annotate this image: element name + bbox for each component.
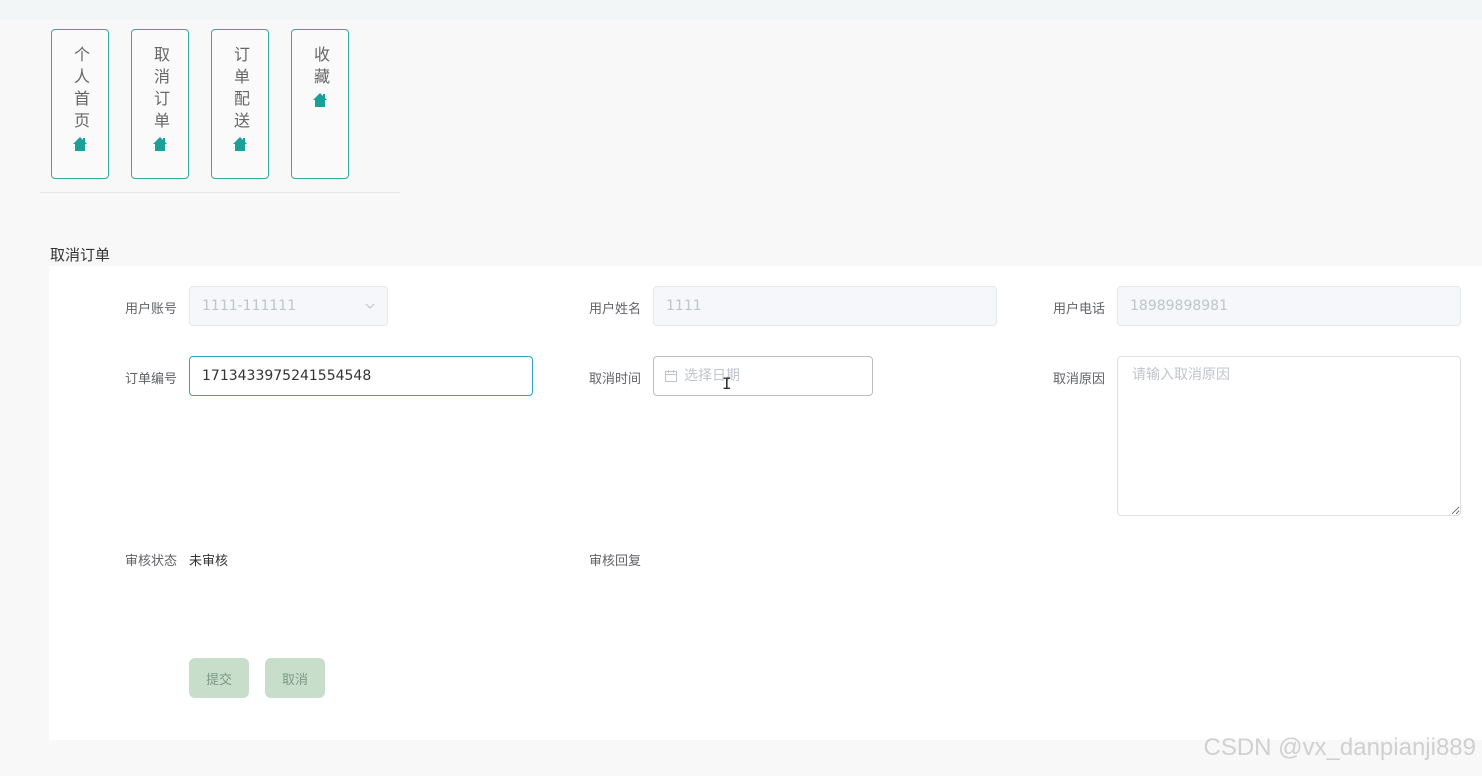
cancel-reason-textarea[interactable]: [1117, 356, 1461, 516]
home-icon: [313, 93, 327, 107]
cancel-time-picker[interactable]: 选择日期: [653, 356, 873, 396]
review-reply-label: 审核回复: [588, 554, 641, 569]
tab-label: 收藏: [311, 46, 330, 90]
home-icon: [153, 137, 167, 151]
nav-tabs: 个人首页 取消订单 订单配送 收藏: [40, 29, 400, 193]
tab-label: 个人首页: [71, 46, 90, 134]
section-title: 取消订单: [50, 246, 111, 264]
name-input[interactable]: 1111: [653, 286, 997, 326]
tab-label: 订单配送: [231, 46, 250, 134]
watermark: CSDN @vx_danpianji889: [1203, 734, 1476, 761]
calendar-icon: [665, 370, 677, 382]
account-select[interactable]: 1111-111111: [189, 286, 388, 326]
tab-cancel-order[interactable]: 取消订单: [131, 29, 189, 179]
order-no-label: 订单编号: [124, 372, 177, 387]
phone-value: 18989898981: [1130, 298, 1228, 314]
tab-order-delivery[interactable]: 订单配送: [211, 29, 269, 179]
tab-favorites[interactable]: 收藏: [291, 29, 349, 179]
tab-label: 取消订单: [151, 46, 170, 134]
home-icon: [73, 137, 87, 151]
home-icon: [233, 137, 247, 151]
order-no-input[interactable]: 1713433975241554548: [189, 356, 533, 396]
review-status-value: 未审核: [189, 554, 229, 569]
account-label: 用户账号: [124, 302, 177, 317]
top-strip: [0, 0, 1482, 20]
chevron-down-icon: [365, 303, 375, 309]
phone-label: 用户电话: [1052, 302, 1105, 317]
name-label: 用户姓名: [588, 302, 641, 317]
submit-button[interactable]: 提交: [189, 658, 249, 698]
order-no-value: 1713433975241554548: [202, 368, 372, 384]
cancel-button[interactable]: 取消: [265, 658, 325, 698]
text-cursor-icon: I: [722, 374, 732, 393]
cancel-reason-label: 取消原因: [1052, 372, 1105, 387]
cancel-time-label: 取消时间: [588, 372, 641, 387]
tab-personal-home[interactable]: 个人首页: [51, 29, 109, 179]
account-value: 1111-111111: [202, 298, 297, 314]
name-value: 1111: [666, 298, 702, 314]
cancel-order-form: 用户账号 1111-111111 用户姓名 1111 用户电话 18989898…: [49, 266, 1482, 740]
phone-input[interactable]: 18989898981: [1117, 286, 1461, 326]
review-status-label: 审核状态: [124, 554, 177, 569]
